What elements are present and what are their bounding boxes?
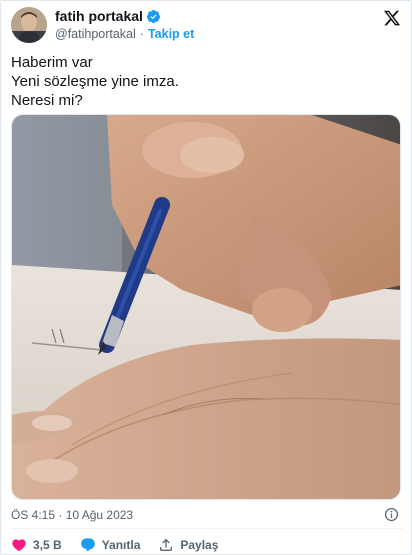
x-logo-icon[interactable] <box>383 9 401 27</box>
timestamp[interactable]: ÖS 4:15 · 10 Ağu 2023 <box>11 508 133 522</box>
tweet-header: fatih portakal @fatihportakal · Takip et <box>11 7 403 43</box>
reply-button[interactable]: Yanıtla <box>80 537 141 553</box>
author-handle[interactable]: @fatihportakal <box>55 27 136 41</box>
reply-label: Yanıtla <box>101 538 141 552</box>
tweet-meta: ÖS 4:15 · 10 Ağu 2023 <box>11 507 403 523</box>
separator-dot: · <box>139 27 144 41</box>
author-display-name[interactable]: fatih portakal <box>55 8 143 24</box>
tweet-embed-card: fatih portakal @fatihportakal · Takip et… <box>0 0 412 555</box>
info-icon[interactable] <box>384 507 399 522</box>
avatar-photo <box>11 7 47 43</box>
verified-badge-icon <box>146 9 161 24</box>
tweet-text-line: Haberim var <box>11 54 93 71</box>
like-count: 3,5 B <box>33 538 62 552</box>
tweet-actions: 3,5 B Yanıtla Paylaş <box>11 536 236 554</box>
author-handle-row: @fatihportakal · Takip et <box>55 27 194 41</box>
photo-hand-signing-document <box>12 115 400 499</box>
tweet-photo[interactable] <box>11 114 401 500</box>
author-name-row: fatih portakal <box>55 8 161 24</box>
tweet-text: Haberim var Yeni sözleşme yine imza. Ner… <box>11 53 403 110</box>
share-upload-icon <box>160 538 173 551</box>
share-button[interactable]: Paylaş <box>158 537 218 553</box>
like-button[interactable]: 3,5 B <box>11 537 62 553</box>
avatar[interactable] <box>11 7 47 43</box>
heart-icon <box>12 539 26 552</box>
divider <box>11 528 403 529</box>
share-label: Paylaş <box>180 538 219 552</box>
follow-button[interactable]: Takip et <box>148 27 194 41</box>
tweet-text-line: Neresi mi? <box>11 92 83 109</box>
tweet-text-line: Yeni sözleşme yine imza. <box>11 73 179 90</box>
chat-bubble-icon <box>80 538 95 552</box>
